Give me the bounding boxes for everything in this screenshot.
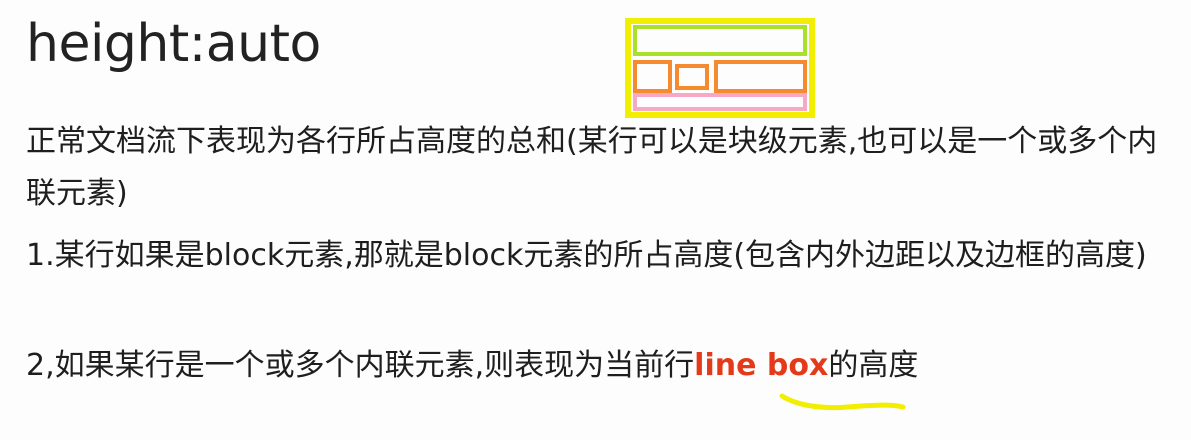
paragraph-line-sum: 正常文档流下表现为各行所占高度的总和(某行可以是块级元素,也可以是一个或多个内联…: [26, 124, 1158, 211]
page-title: height:auto: [26, 14, 321, 74]
line-box-diagram: [625, 18, 815, 118]
inline-box-2: [675, 64, 709, 90]
paragraph-inline-prefix: 2,如果某行是一个或多个内联元素,则表现为当前行: [26, 348, 695, 383]
inline-box-1: [633, 60, 672, 93]
paragraph-block-height: 1.某行如果是block元素,那就是block元素的所占高度(包含内外边距以及边…: [26, 238, 1147, 273]
paragraph-inline-height: 2,如果某行是一个或多个内联元素,则表现为当前行line box的高度: [26, 340, 1176, 392]
container-box: [625, 18, 815, 118]
inline-box-3: [714, 60, 807, 93]
block-line-box: [633, 25, 807, 56]
paragraph-inline-suffix: 的高度: [828, 348, 919, 383]
bottom-line-box: [633, 93, 807, 111]
line-box-highlight: line box: [694, 348, 829, 383]
underline-mark: [779, 393, 906, 411]
